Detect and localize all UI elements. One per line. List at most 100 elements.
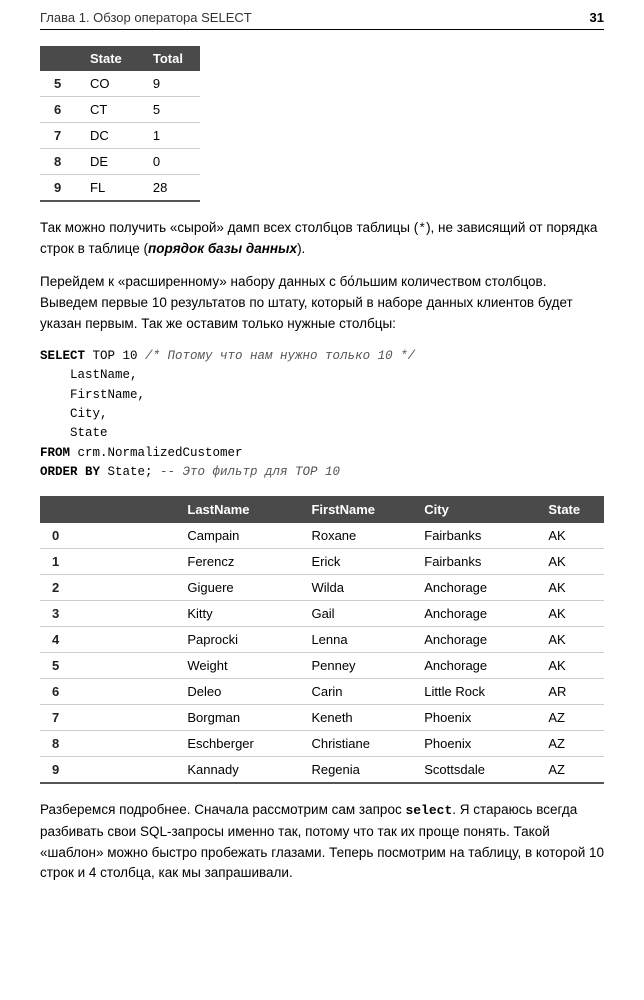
large-table-state: AK	[536, 601, 604, 627]
large-table-firstname: Lenna	[299, 627, 412, 653]
large-table-lastname: Deleo	[175, 679, 299, 705]
large-table-rownum: 3	[40, 601, 175, 627]
large-table-col-firstname: FirstName	[299, 496, 412, 523]
large-table-state: AZ	[536, 757, 604, 784]
small-table-rownum: 9	[40, 175, 76, 202]
large-table-state: AK	[536, 549, 604, 575]
small-table-row: 8 DE 0	[40, 149, 200, 175]
small-table-rownum: 8	[40, 149, 76, 175]
small-table-row: 7 DC 1	[40, 123, 200, 149]
large-table-firstname: Christiane	[299, 731, 412, 757]
large-table-row: 1 Ferencz Erick Fairbanks AK	[40, 549, 604, 575]
page-header: Глава 1. Обзор оператора SELECT 31	[40, 10, 604, 30]
small-table-container: State Total 5 CO 9 6 CT 5 7 DC 1 8 DE 0 …	[40, 46, 604, 202]
large-table-row: 9 Kannady Regenia Scottsdale AZ	[40, 757, 604, 784]
large-table-state: AK	[536, 523, 604, 549]
large-table-lastname: Campain	[175, 523, 299, 549]
large-table-city: Fairbanks	[412, 523, 536, 549]
page-number: 31	[590, 10, 604, 25]
code-line-2: LastName,	[40, 366, 604, 385]
large-table-row: 0 Campain Roxane Fairbanks AK	[40, 523, 604, 549]
large-table-city: Anchorage	[412, 653, 536, 679]
small-table-row: 9 FL 28	[40, 175, 200, 202]
large-table-rownum: 1	[40, 549, 175, 575]
large-table-rownum: 7	[40, 705, 175, 731]
large-table-col-city: City	[412, 496, 536, 523]
large-table-state: AR	[536, 679, 604, 705]
paragraph-1-text: Так можно получить «сырой» дамп всех сто…	[40, 220, 597, 256]
small-table-state: DC	[76, 123, 139, 149]
small-table-row: 5 CO 9	[40, 71, 200, 97]
large-table-state: AZ	[536, 705, 604, 731]
small-table: State Total 5 CO 9 6 CT 5 7 DC 1 8 DE 0 …	[40, 46, 200, 202]
large-table-col-num	[40, 496, 175, 523]
large-table-city: Little Rock	[412, 679, 536, 705]
large-table-rownum: 8	[40, 731, 175, 757]
large-table-lastname: Borgman	[175, 705, 299, 731]
small-table-total: 1	[139, 123, 200, 149]
large-table-city: Phoenix	[412, 731, 536, 757]
code-line-5: State	[40, 424, 604, 443]
large-table-city: Anchorage	[412, 627, 536, 653]
large-table-state: AZ	[536, 731, 604, 757]
large-table-rownum: 6	[40, 679, 175, 705]
large-table-city: Anchorage	[412, 601, 536, 627]
small-table-total: 5	[139, 97, 200, 123]
paragraph-2-text: Перейдем к «расширенному» набору данных …	[40, 274, 573, 331]
large-table-row: 4 Paprocki Lenna Anchorage AK	[40, 627, 604, 653]
code-line-1: SELECT TOP 10 /* Потому что нам нужно то…	[40, 347, 604, 366]
small-table-rownum: 7	[40, 123, 76, 149]
large-table-row: 2 Giguere Wilda Anchorage AK	[40, 575, 604, 601]
large-table-rownum: 5	[40, 653, 175, 679]
large-table-row: 7 Borgman Keneth Phoenix AZ	[40, 705, 604, 731]
large-table-firstname: Roxane	[299, 523, 412, 549]
large-table-firstname: Gail	[299, 601, 412, 627]
large-table-lastname: Paprocki	[175, 627, 299, 653]
large-table-row: 6 Deleo Carin Little Rock AR	[40, 679, 604, 705]
small-table-state: CT	[76, 97, 139, 123]
large-table-lastname: Ferencz	[175, 549, 299, 575]
large-table-firstname: Carin	[299, 679, 412, 705]
small-table-total: 9	[139, 71, 200, 97]
large-table-lastname: Kannady	[175, 757, 299, 784]
large-table-col-lastname: LastName	[175, 496, 299, 523]
large-table-state: AK	[536, 575, 604, 601]
small-table-total: 0	[139, 149, 200, 175]
large-table-lastname: Giguere	[175, 575, 299, 601]
large-table-state: AK	[536, 627, 604, 653]
large-table-lastname: Weight	[175, 653, 299, 679]
code-block: SELECT TOP 10 /* Потому что нам нужно то…	[40, 347, 604, 483]
large-table-city: Phoenix	[412, 705, 536, 731]
small-table-total: 28	[139, 175, 200, 202]
chapter-title: Глава 1. Обзор оператора SELECT	[40, 10, 252, 25]
large-table-rownum: 9	[40, 757, 175, 784]
large-table-row: 3 Kitty Gail Anchorage AK	[40, 601, 604, 627]
small-table-state: CO	[76, 71, 139, 97]
small-table-col-state: State	[76, 46, 139, 71]
large-table-row: 5 Weight Penney Anchorage AK	[40, 653, 604, 679]
small-table-col-num	[40, 46, 76, 71]
large-table-firstname: Penney	[299, 653, 412, 679]
small-table-state: FL	[76, 175, 139, 202]
large-table-firstname: Keneth	[299, 705, 412, 731]
large-table-state: AK	[536, 653, 604, 679]
large-table-city: Fairbanks	[412, 549, 536, 575]
code-line-4: City,	[40, 405, 604, 424]
large-table-city: Anchorage	[412, 575, 536, 601]
small-table-col-total: Total	[139, 46, 200, 71]
small-table-rownum: 5	[40, 71, 76, 97]
large-table-col-state: State	[536, 496, 604, 523]
large-table-rownum: 0	[40, 523, 175, 549]
paragraph-end: Разберемся подробнее. Сначала рассмотрим…	[40, 800, 604, 884]
small-table-state: DE	[76, 149, 139, 175]
large-table-lastname: Kitty	[175, 601, 299, 627]
paragraph-1: Так можно получить «сырой» дамп всех сто…	[40, 218, 604, 260]
large-table-firstname: Wilda	[299, 575, 412, 601]
large-table-firstname: Erick	[299, 549, 412, 575]
small-table-row: 6 CT 5	[40, 97, 200, 123]
large-table-city: Scottsdale	[412, 757, 536, 784]
page: Глава 1. Обзор оператора SELECT 31 State…	[0, 0, 644, 916]
large-table-rownum: 2	[40, 575, 175, 601]
large-table-rownum: 4	[40, 627, 175, 653]
large-table-row: 8 Eschberger Christiane Phoenix AZ	[40, 731, 604, 757]
